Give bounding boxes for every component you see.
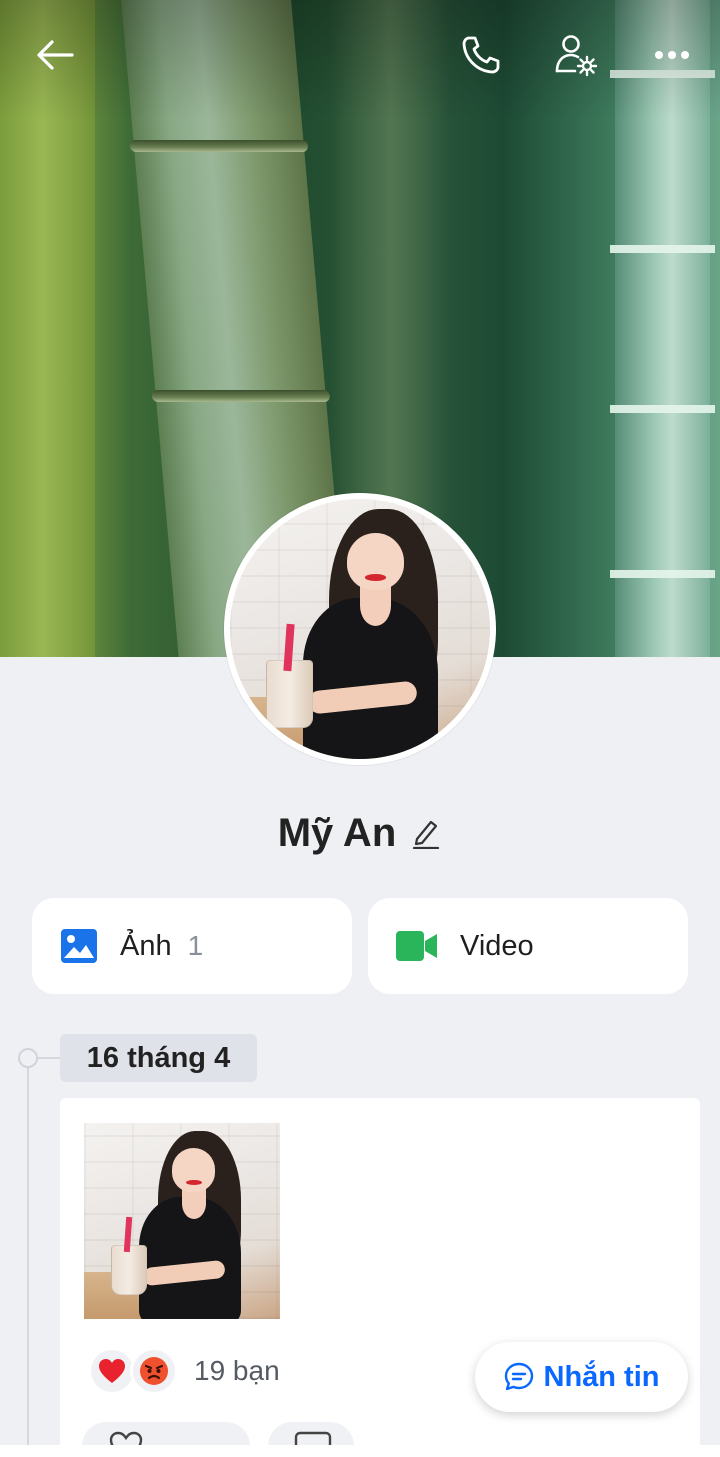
video-label: Video <box>460 929 534 962</box>
send-message-button[interactable]: Nhắn tin <box>475 1342 688 1412</box>
timeline-line <box>27 1060 29 1457</box>
post-photo[interactable] <box>84 1123 280 1319</box>
back-button[interactable] <box>30 32 80 78</box>
cover-bamboo-node <box>151 390 331 402</box>
more-horizontal-icon <box>655 51 689 59</box>
cover-bamboo-node <box>129 140 309 152</box>
photos-count: 1 <box>187 930 204 961</box>
phone-icon <box>462 36 500 74</box>
timeline-date: 16 tháng 4 <box>60 1034 257 1082</box>
timeline-dot <box>18 1048 38 1068</box>
pencil-icon[interactable] <box>410 817 442 849</box>
image-icon <box>61 929 97 963</box>
top-bar <box>0 0 720 110</box>
post-reactions[interactable]: 19 bạn <box>88 1347 280 1395</box>
avatar[interactable] <box>224 493 496 765</box>
timeline-connector <box>38 1057 60 1059</box>
send-message-label: Nhắn tin <box>543 1360 660 1393</box>
user-settings-icon <box>555 35 598 77</box>
user-settings-button[interactable] <box>550 30 602 80</box>
photos-label: Ảnh <box>120 929 172 962</box>
bottom-strip <box>0 1445 720 1457</box>
avatar-photo <box>230 499 490 759</box>
photos-button[interactable]: Ảnh 1 <box>32 898 352 994</box>
cover-bamboo-node <box>610 405 715 413</box>
angry-reaction-icon <box>130 1347 178 1395</box>
chat-bubble-icon <box>504 1362 533 1391</box>
video-camera-icon <box>396 931 437 961</box>
heart-reaction-icon <box>88 1347 136 1395</box>
reaction-count: 19 bạn <box>194 1355 280 1386</box>
cover-bamboo-node <box>610 570 715 578</box>
profile-name-row: Mỹ An <box>0 806 720 860</box>
video-button[interactable]: Video <box>368 898 688 994</box>
call-button[interactable] <box>456 30 506 80</box>
arrow-left-icon <box>37 40 74 70</box>
profile-name: Mỹ An <box>277 810 397 855</box>
cover-bamboo-node <box>610 245 715 253</box>
more-button[interactable] <box>648 30 696 80</box>
